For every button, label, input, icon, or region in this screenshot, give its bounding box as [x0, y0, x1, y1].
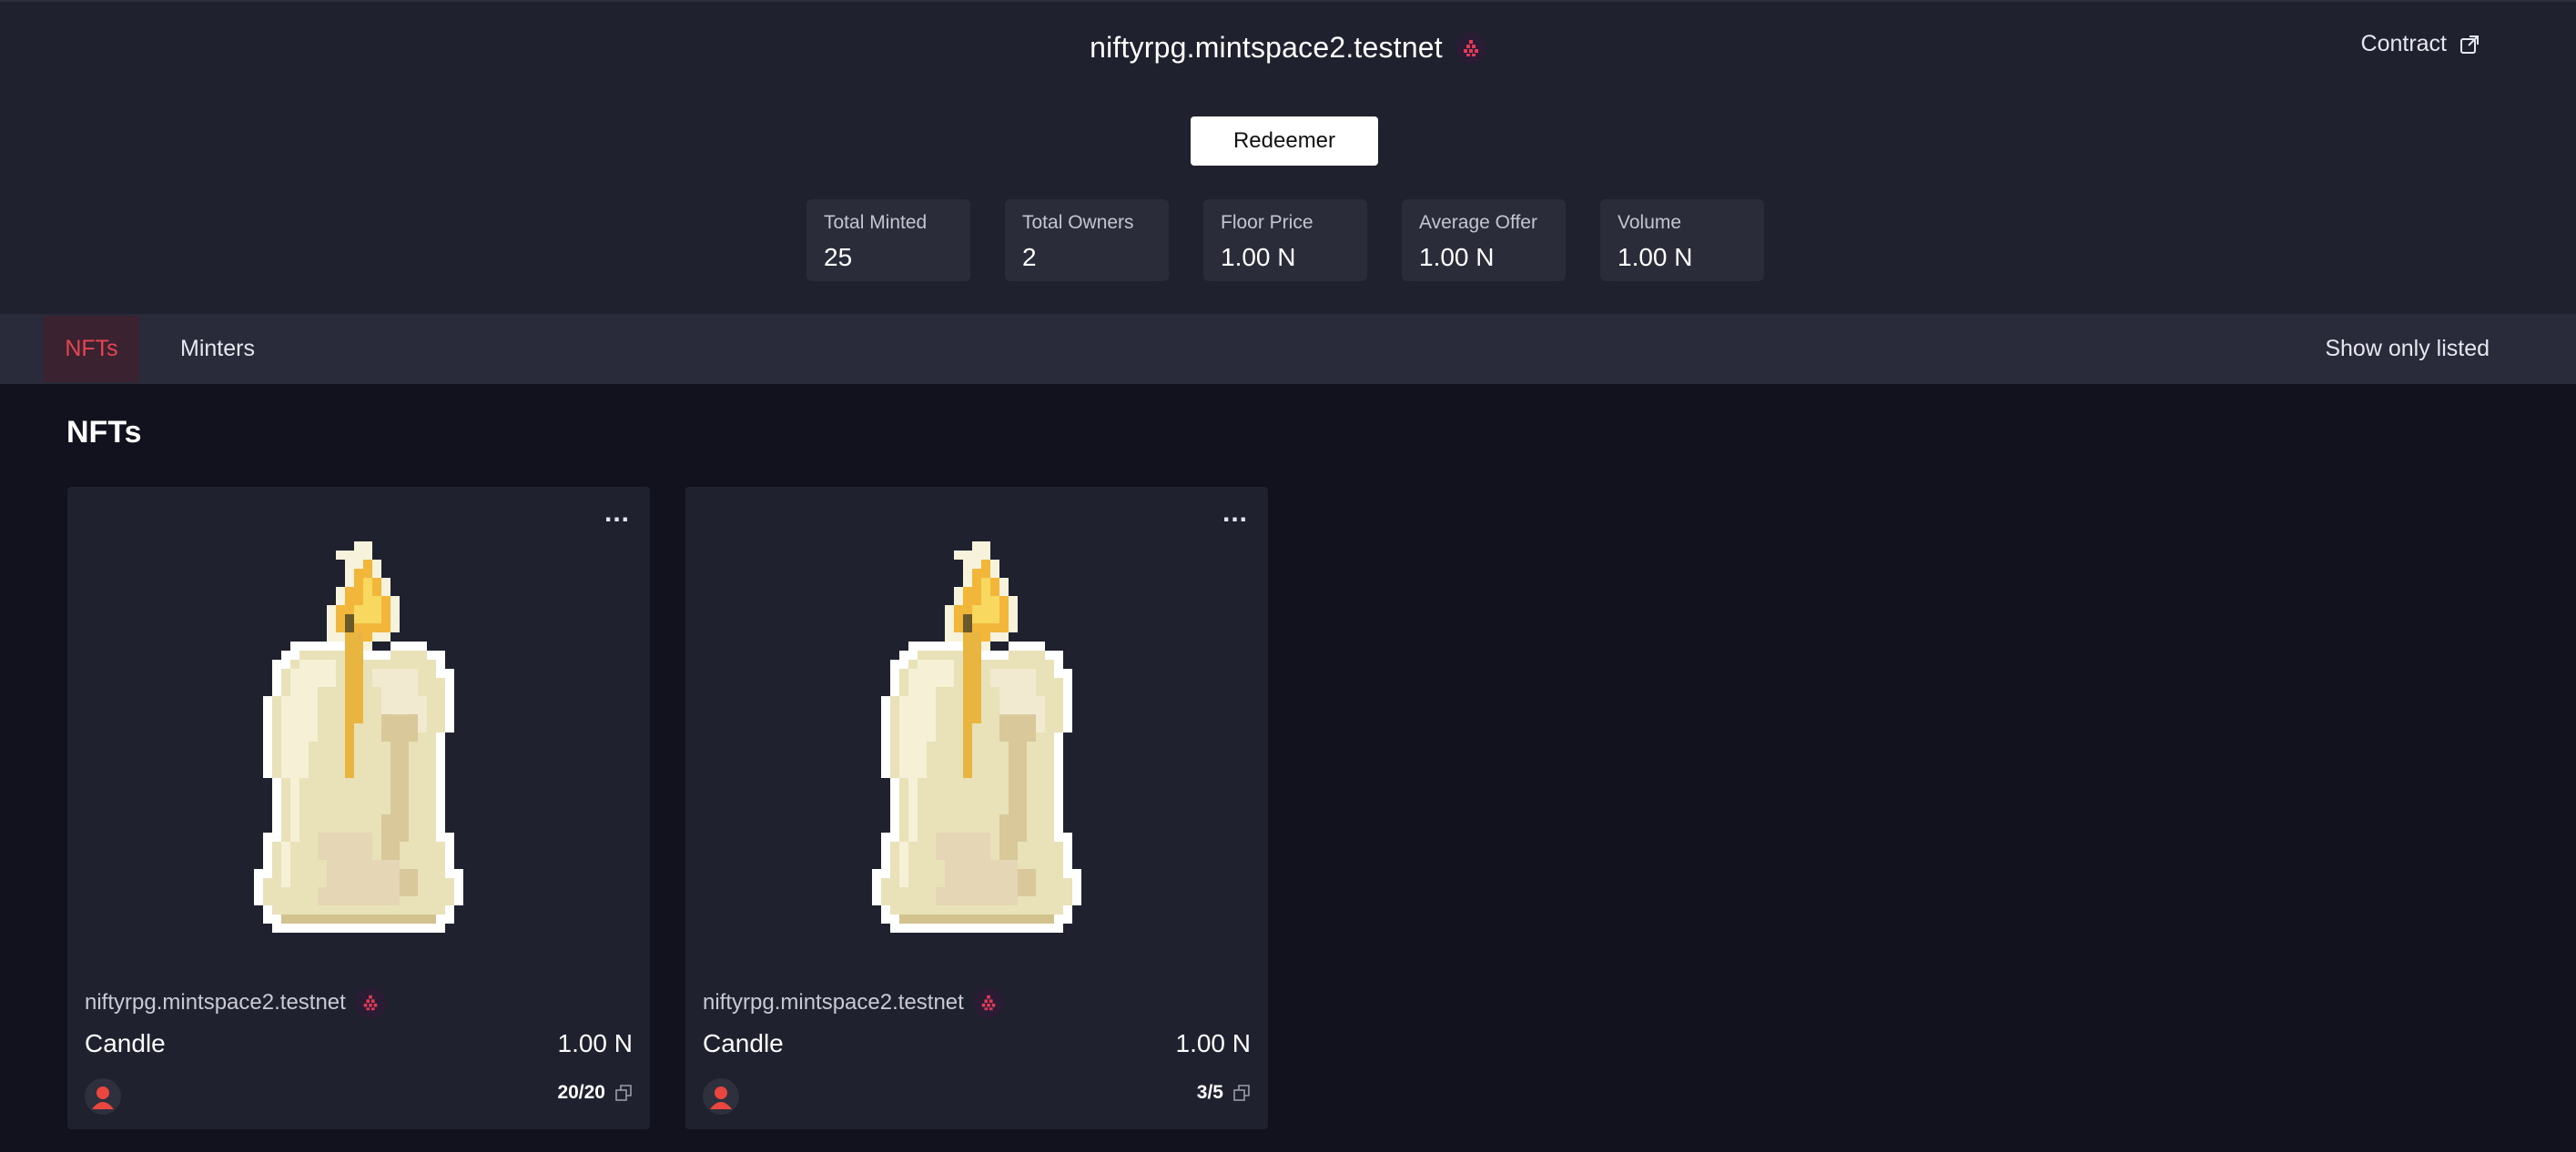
contract-label: Contract	[2360, 31, 2447, 56]
nft-price: 1.00 N	[1175, 1029, 1252, 1057]
redeemer-button[interactable]: Redeemer	[1191, 116, 1378, 166]
mintbase-logo-icon	[972, 987, 1004, 1018]
user-avatar-icon[interactable]	[85, 1078, 121, 1115]
external-link-icon	[2460, 35, 2479, 54]
stat-total-minted: Total Minted 25	[806, 199, 970, 281]
contract-link[interactable]: Contract	[2361, 31, 2480, 57]
card-menu-button[interactable]: ...	[604, 500, 630, 527]
store-header: niftyrpg.mintspace2.testnet Contract Red…	[0, 0, 2576, 314]
nft-price: 1.00 N	[557, 1029, 634, 1057]
mintbase-logo-icon	[354, 987, 386, 1018]
copies-icon	[1233, 1085, 1250, 1101]
stats-row: Total Minted 25 Total Owners 2 Floor Pri…	[806, 199, 1764, 281]
stat-value: 1.00 N	[1221, 243, 1296, 271]
tab-nfts[interactable]: NFTs	[44, 316, 139, 382]
stat-label: Volume	[1618, 212, 1682, 233]
stat-label: Average Offer	[1419, 212, 1537, 233]
stat-total-owners: Total Owners 2	[1005, 199, 1169, 281]
candle-icon	[254, 541, 463, 933]
stat-label: Floor Price	[1221, 212, 1313, 233]
tab-minters[interactable]: Minters	[180, 316, 255, 382]
stat-label: Total Minted	[824, 212, 928, 233]
editions-count: 3/5	[1197, 1082, 1251, 1104]
stat-value: 1.00 N	[1618, 243, 1693, 271]
stat-value: 2	[1022, 243, 1037, 271]
card-owner[interactable]: niftyrpg.mintspace2.testnet	[703, 987, 1004, 1018]
section-title: NFTs	[66, 415, 142, 450]
nft-name: Candle	[703, 1029, 784, 1057]
stat-value: 25	[824, 243, 853, 271]
mintbase-logo-icon	[1455, 32, 1486, 64]
card-menu-button[interactable]: ...	[1222, 500, 1248, 527]
card-owner[interactable]: niftyrpg.mintspace2.testnet	[85, 987, 386, 1018]
tab-bar: NFTs Minters Show only listed	[0, 314, 2576, 384]
copies-icon	[615, 1085, 632, 1101]
stat-average-offer: Average Offer 1.00 N	[1402, 199, 1566, 281]
user-avatar-icon[interactable]	[703, 1078, 739, 1115]
stat-volume: Volume 1.00 N	[1600, 199, 1764, 281]
owner-name: niftyrpg.mintspace2.testnet	[85, 990, 346, 1015]
editions-label: 20/20	[557, 1082, 605, 1103]
stat-value: 1.00 N	[1419, 243, 1495, 271]
candle-icon	[872, 541, 1081, 933]
store-title: niftyrpg.mintspace2.testnet	[0, 31, 2576, 65]
show-only-listed-toggle[interactable]: Show only listed	[2325, 314, 2490, 384]
stat-floor-price: Floor Price 1.00 N	[1203, 199, 1367, 281]
nft-card[interactable]: ... niftyrpg.mintspace2.testnet Candle 1…	[67, 487, 650, 1129]
editions-label: 3/5	[1196, 1082, 1223, 1103]
editions-count: 20/20	[557, 1082, 633, 1104]
nft-name: Candle	[85, 1029, 166, 1057]
nft-card[interactable]: ... niftyrpg.mintspace2.testnet Candle 1…	[685, 487, 1268, 1129]
stat-label: Total Owners	[1022, 212, 1134, 233]
store-name: niftyrpg.mintspace2.testnet	[1090, 31, 1443, 64]
owner-name: niftyrpg.mintspace2.testnet	[703, 990, 964, 1015]
